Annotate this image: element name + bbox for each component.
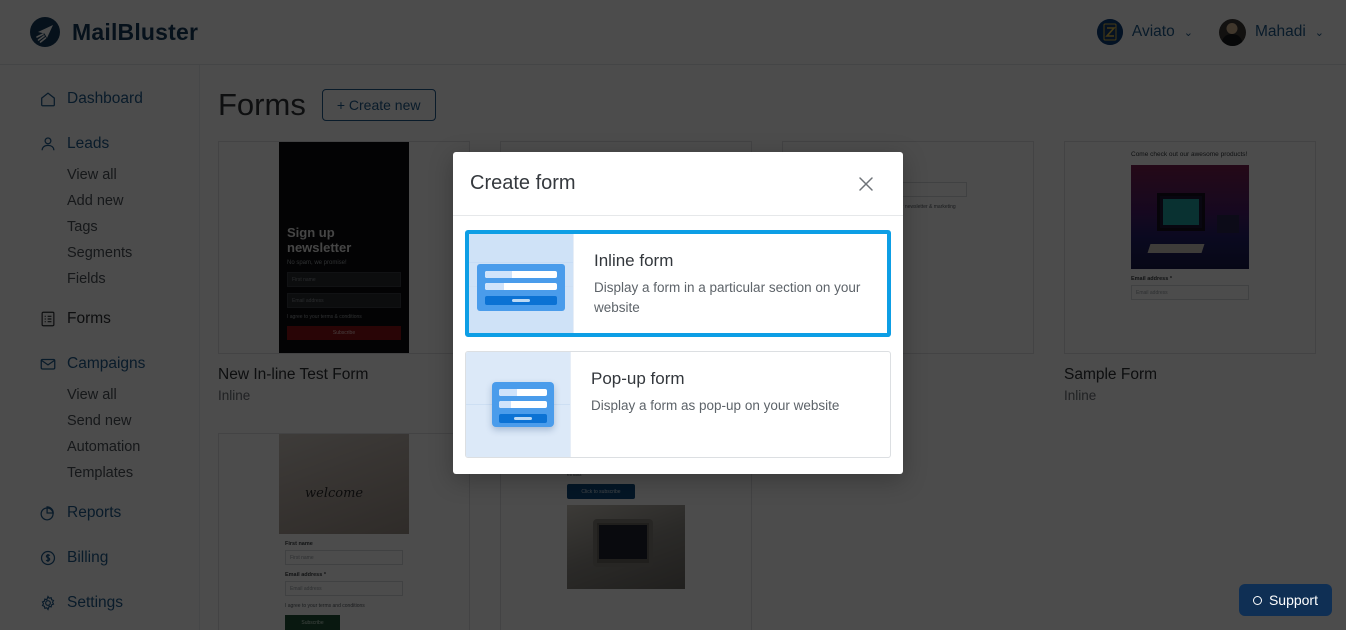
modal-body: Inline form Display a form in a particul… xyxy=(453,216,903,474)
popup-card-shape xyxy=(492,382,554,427)
support-ring-icon xyxy=(1252,595,1262,605)
option-title: Pop-up form xyxy=(591,369,685,388)
modal-header: Create form xyxy=(453,152,903,216)
close-icon[interactable] xyxy=(855,173,877,195)
submit-bar xyxy=(499,414,547,423)
create-form-modal: Create form Inline form Display a form i… xyxy=(453,152,903,474)
app-root: MailBluster Aviato ⌄ Mahadi ⌄ xyxy=(0,0,1346,630)
field-bar xyxy=(499,389,547,396)
support-fab-button[interactable]: Support xyxy=(1238,584,1332,616)
option-text: Inline form Display a form in a particul… xyxy=(574,234,887,333)
popup-form-illustration xyxy=(466,352,571,457)
option-text: Pop-up form Display a form as pop-up on … xyxy=(571,352,857,457)
submit-bar-accent xyxy=(514,417,532,420)
submit-bar-accent xyxy=(512,299,530,302)
field-bar xyxy=(485,271,557,278)
field-bar-accent xyxy=(485,283,504,290)
option-inline-form[interactable]: Inline form Display a form in a particul… xyxy=(465,230,891,337)
support-fab-label: Support xyxy=(1268,592,1318,608)
field-bar-accent xyxy=(499,401,512,408)
option-description: Display a form in a particular section o… xyxy=(594,280,861,315)
option-description: Display a form as pop-up on your website xyxy=(591,398,840,413)
inline-card-shape xyxy=(477,264,565,311)
option-title: Inline form xyxy=(594,251,674,270)
field-bar xyxy=(485,283,557,290)
field-bar-accent xyxy=(485,271,513,278)
field-bar xyxy=(499,401,547,408)
divider xyxy=(469,262,573,263)
inline-form-illustration xyxy=(469,234,574,333)
submit-bar xyxy=(485,296,557,305)
field-bar-accent xyxy=(499,389,518,396)
modal-title: Create form xyxy=(470,172,576,194)
option-popup-form[interactable]: Pop-up form Display a form as pop-up on … xyxy=(465,351,891,458)
